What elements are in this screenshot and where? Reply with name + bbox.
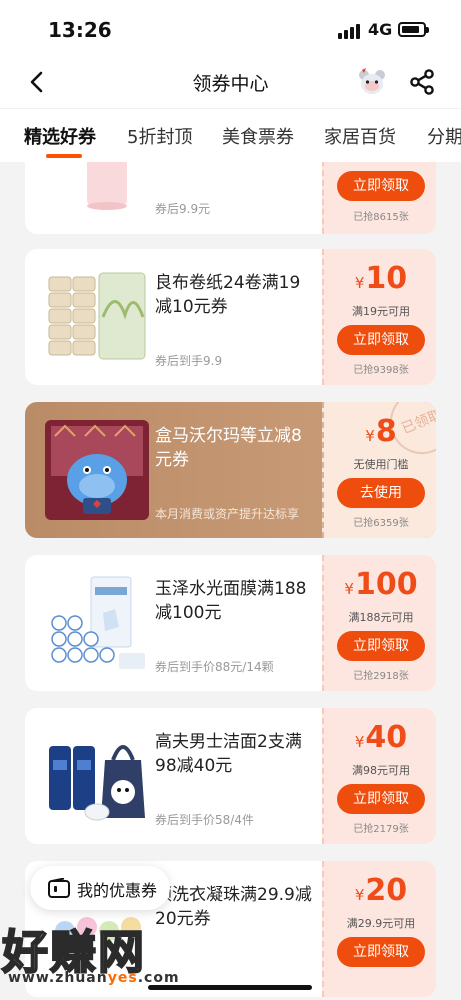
- coupon-price: ¥20: [354, 873, 408, 908]
- use-button[interactable]: 去使用: [337, 478, 425, 508]
- coupon-subtitle: 券后到手价58/4件: [155, 813, 254, 827]
- claim-button[interactable]: 立即领取: [337, 784, 425, 814]
- status-bar: 13:26 4G: [0, 0, 461, 56]
- tab-home-goods[interactable]: 家居百货: [324, 123, 396, 149]
- coupon-title: 玉泽水光面膜满188减100元: [155, 579, 307, 623]
- my-coupons-label: 我的优惠券: [77, 881, 158, 900]
- home-indicator: [148, 985, 312, 990]
- coupon-condition: 满188元可用: [348, 611, 414, 624]
- grabbed-count: 已抢9398张: [353, 365, 409, 376]
- grabbed-count: 已抢6359张: [353, 518, 409, 529]
- network-label: 4G: [368, 20, 393, 39]
- tab-half-price[interactable]: 5折封顶: [127, 123, 192, 149]
- claim-button[interactable]: 立即领取: [337, 325, 425, 355]
- coupon-card[interactable]: 良布卷纸24卷满19减10元券 券后到手9.9 ¥10 满19元可用 立即领取 …: [25, 249, 436, 385]
- product-image: [51, 576, 145, 669]
- coupon-title: 盒马沃尔玛等立减8元券: [155, 426, 302, 470]
- coupon-title: 高夫男士洁面2支满98减40元: [155, 732, 302, 776]
- product-image: [49, 745, 145, 821]
- product-image: ae: [87, 162, 127, 210]
- tab-installment[interactable]: 分期: [427, 123, 461, 149]
- coupon-card: ae 券后9.9元 立即领取 已抢8615张: [25, 162, 436, 234]
- my-coupons-button[interactable]: 我的优惠券: [30, 866, 170, 910]
- signal-icon: [338, 24, 360, 39]
- grabbed-count: 已抢8615张: [353, 212, 409, 223]
- page-title: 领券中心: [192, 73, 269, 95]
- grabbed-count: 已抢2918张: [353, 671, 409, 682]
- coupon-price: ¥8: [365, 414, 397, 449]
- coupon-title: 颜洗衣凝珠满29.9减20元券: [155, 885, 312, 929]
- coupon-card[interactable]: 玉泽水光面膜满188减100元 券后到手价88元/14颗 ¥100 满188元可…: [25, 555, 436, 691]
- mascot-image: [45, 420, 149, 520]
- wallet-icon: [48, 878, 70, 898]
- coupon-price: ¥100: [344, 567, 418, 602]
- product-image: [55, 917, 141, 941]
- product-image: [48, 272, 146, 360]
- tab-food-tickets[interactable]: 美食票券: [222, 123, 294, 149]
- tab-featured[interactable]: 精选好券: [24, 123, 96, 149]
- coupon-card-special[interactable]: 盒马沃尔玛等立减8元券 本月消费或资产提升达标享 已领取 ¥8 无使用门槛 去使…: [25, 402, 436, 538]
- tab-indicator: [46, 154, 82, 158]
- coupon-condition: 满29.9元可用: [346, 917, 416, 930]
- share-icon[interactable]: [408, 68, 436, 96]
- coupon-condition: 满19元可用: [352, 305, 410, 318]
- coupon-subtitle: 券后到手价88元/14颗: [155, 660, 274, 674]
- claim-button[interactable]: 立即领取: [337, 631, 425, 661]
- coupon-card[interactable]: 高夫男士洁面2支满98减40元 券后到手价58/4件 ¥40 满98元可用 立即…: [25, 708, 436, 844]
- coupon-subtitle: 本月消费或资产提升达标享: [155, 507, 300, 521]
- coupon-subtitle: 券后到手9.9: [155, 354, 223, 368]
- coupon-title: 良布卷纸24卷满19减10元券: [155, 273, 301, 317]
- nav-bar: 领券中心: [0, 56, 461, 108]
- category-tabs: 精选好券 5折封顶 美食票券 家居百货 分期: [0, 108, 461, 162]
- claim-button[interactable]: 立即领取: [337, 171, 425, 201]
- coupon-condition: 满98元可用: [352, 764, 410, 777]
- coupon-price: ¥40: [354, 720, 408, 755]
- claim-button[interactable]: 立即领取: [337, 937, 425, 967]
- grabbed-count: 已抢2179张: [353, 824, 409, 835]
- battery-icon: [398, 22, 429, 37]
- coupon-price: ¥10: [354, 261, 408, 296]
- coupon-subtitle: 券后9.9元: [155, 202, 211, 216]
- mascot-icon[interactable]: [356, 66, 388, 98]
- status-time: 13:26: [48, 18, 112, 42]
- coupon-condition: 无使用门槛: [353, 458, 409, 471]
